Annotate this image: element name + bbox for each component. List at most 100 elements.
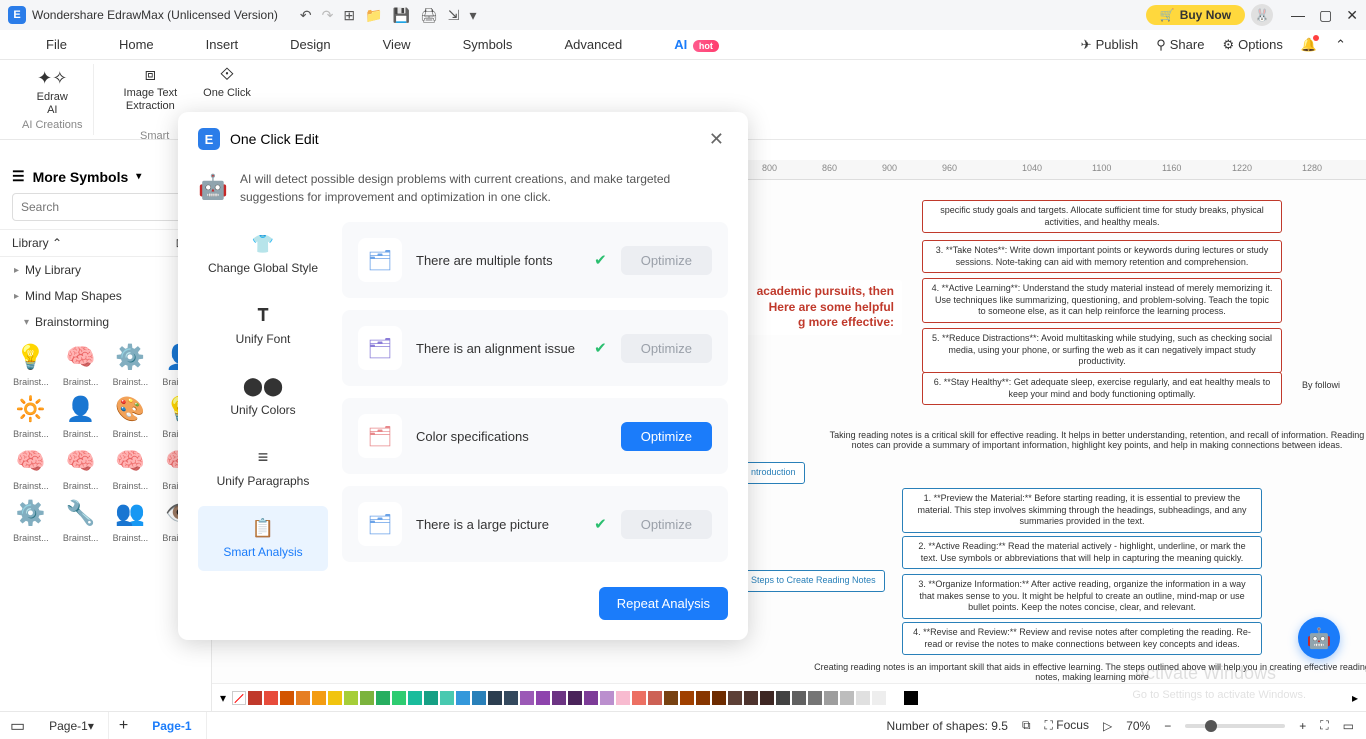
color-swatch[interactable]	[440, 691, 454, 705]
color-swatch[interactable]	[280, 691, 294, 705]
color-swatch[interactable]	[328, 691, 342, 705]
color-swatch[interactable]	[728, 691, 742, 705]
color-swatch[interactable]	[552, 691, 566, 705]
mindmap-node[interactable]: 1. **Preview the Material:** Before star…	[902, 488, 1262, 533]
color-swatch[interactable]	[872, 691, 886, 705]
menu-symbols[interactable]: Symbols	[437, 37, 539, 52]
menu-insert[interactable]: Insert	[180, 37, 265, 52]
one-click-edit-button[interactable]: ⟐ One Click	[197, 64, 257, 100]
optimize-button[interactable]: Optimize	[621, 334, 712, 363]
color-swatch[interactable]	[600, 691, 614, 705]
color-swatch[interactable]	[376, 691, 390, 705]
layers-icon[interactable]: ⧉	[1022, 718, 1031, 733]
color-swatch[interactable]	[520, 691, 534, 705]
color-swatch[interactable]	[856, 691, 870, 705]
menu-design[interactable]: Design	[264, 37, 356, 52]
color-swatch[interactable]	[360, 691, 374, 705]
shape-item[interactable]: 👥Brainst...	[108, 495, 154, 543]
menu-advanced[interactable]: Advanced	[538, 37, 648, 52]
optimize-button[interactable]: Optimize	[621, 246, 712, 275]
sidebar-unify-colors[interactable]: ⬤⬤Unify Colors	[198, 364, 328, 429]
collapse-ribbon-icon[interactable]: ⌃	[1335, 37, 1346, 53]
color-swatch[interactable]	[424, 691, 438, 705]
zoom-out-icon[interactable]: −	[1164, 719, 1171, 733]
shape-item[interactable]: 🔧Brainst...	[58, 495, 104, 543]
shape-item[interactable]: 🧠Brainst...	[8, 443, 54, 491]
mindmap-text[interactable]: Taking reading notes is a critical skill…	[827, 430, 1366, 450]
library-label[interactable]: Library ⌃	[12, 236, 62, 250]
zoom-in-icon[interactable]: +	[1299, 719, 1306, 733]
color-swatch[interactable]	[808, 691, 822, 705]
undo-icon[interactable]: ↶	[300, 7, 312, 24]
add-page-icon[interactable]: +	[109, 717, 138, 735]
shape-item[interactable]: 🧠Brainst...	[108, 443, 154, 491]
shape-item[interactable]: 🔆Brainst...	[8, 391, 54, 439]
color-swatch[interactable]	[584, 691, 598, 705]
color-swatch[interactable]	[296, 691, 310, 705]
mindmap-node-steps[interactable]: Steps to Create Reading Notes	[742, 570, 885, 592]
image-text-extraction-button[interactable]: ⧈ Image Text Extraction	[118, 64, 184, 113]
floating-ai-button[interactable]: 🤖	[1298, 617, 1340, 659]
color-swatch[interactable]	[504, 691, 518, 705]
color-swatch[interactable]	[248, 691, 262, 705]
save-icon[interactable]: 💾	[393, 7, 410, 24]
color-swatch[interactable]	[568, 691, 582, 705]
color-swatch[interactable]	[456, 691, 470, 705]
modal-close-icon[interactable]: ✕	[709, 129, 728, 150]
mindmap-node[interactable]: 3. **Take Notes**: Write down important …	[922, 240, 1282, 273]
color-swatch[interactable]	[312, 691, 326, 705]
mindmap-node[interactable]: 3. **Organize Information:** After activ…	[902, 574, 1262, 619]
publish-button[interactable]: ✈ Publish	[1081, 37, 1139, 53]
mindmap-node[interactable]: specific study goals and targets. Alloca…	[922, 200, 1282, 233]
color-swatch[interactable]	[776, 691, 790, 705]
sidebar-unify-paragraphs[interactable]: ≡Unify Paragraphs	[198, 435, 328, 500]
color-swatch[interactable]	[680, 691, 694, 705]
optimize-button[interactable]: Optimize	[621, 422, 712, 451]
mindmap-text[interactable]: Creating reading notes is an important s…	[812, 662, 1366, 682]
export-icon[interactable]: ⇲	[448, 7, 460, 24]
qat-more-icon[interactable]: ▾	[469, 7, 476, 24]
shape-item[interactable]: ⚙️Brainst...	[8, 495, 54, 543]
shape-item[interactable]: ⚙️Brainst...	[108, 339, 154, 387]
zoom-thumb[interactable]	[1205, 720, 1217, 732]
zoom-level[interactable]: 70%	[1126, 719, 1150, 733]
color-swatch[interactable]	[264, 691, 278, 705]
page-dropdown[interactable]: Page-1 ▾	[35, 712, 109, 739]
mindmap-node-introduction[interactable]: ntroduction	[742, 462, 805, 484]
zoom-slider[interactable]	[1185, 724, 1285, 728]
mindmap-node[interactable]: 4. **Revise and Review:** Review and rev…	[902, 622, 1262, 655]
sidebar-smart-analysis[interactable]: 📋Smart Analysis	[198, 506, 328, 571]
maximize-icon[interactable]: ▢	[1319, 7, 1332, 24]
share-button[interactable]: ⚲ Share	[1156, 37, 1204, 53]
color-swatch[interactable]	[632, 691, 646, 705]
redo-icon[interactable]: ↷	[322, 7, 334, 24]
color-swatch[interactable]	[744, 691, 758, 705]
color-swatch[interactable]	[888, 691, 902, 705]
no-color-swatch[interactable]	[232, 691, 246, 705]
color-swatch[interactable]	[712, 691, 726, 705]
mindmap-node[interactable]: 2. **Active Reading:** Read the material…	[902, 536, 1262, 569]
user-avatar[interactable]: 🐰	[1251, 4, 1273, 26]
mindmap-root-red[interactable]: academic pursuits, then Here are some he…	[742, 280, 902, 335]
print-icon[interactable]: 🖨	[420, 7, 438, 24]
shape-item[interactable]: 👤Brainst...	[58, 391, 104, 439]
color-swatch[interactable]	[392, 691, 406, 705]
color-swatch[interactable]	[840, 691, 854, 705]
color-swatch[interactable]	[904, 691, 918, 705]
color-swatch[interactable]	[488, 691, 502, 705]
color-swatch[interactable]	[648, 691, 662, 705]
shape-item[interactable]: 💡Brainst...	[8, 339, 54, 387]
color-swatch[interactable]	[344, 691, 358, 705]
page-tab-1[interactable]: Page-1	[138, 712, 206, 739]
mindmap-node[interactable]: 4. **Active Learning**: Understand the s…	[922, 278, 1282, 323]
color-swatch[interactable]	[536, 691, 550, 705]
pages-list-icon[interactable]: ▭	[0, 716, 35, 736]
menu-home[interactable]: Home	[93, 37, 180, 52]
focus-button[interactable]: ⛶ Focus	[1045, 718, 1089, 733]
color-swatch[interactable]	[408, 691, 422, 705]
search-input[interactable]	[12, 193, 185, 221]
fit-page-icon[interactable]: ⛶	[1320, 718, 1328, 733]
color-swatch[interactable]	[696, 691, 710, 705]
shape-item[interactable]: 🧠Brainst...	[58, 443, 104, 491]
color-swatch[interactable]	[824, 691, 838, 705]
